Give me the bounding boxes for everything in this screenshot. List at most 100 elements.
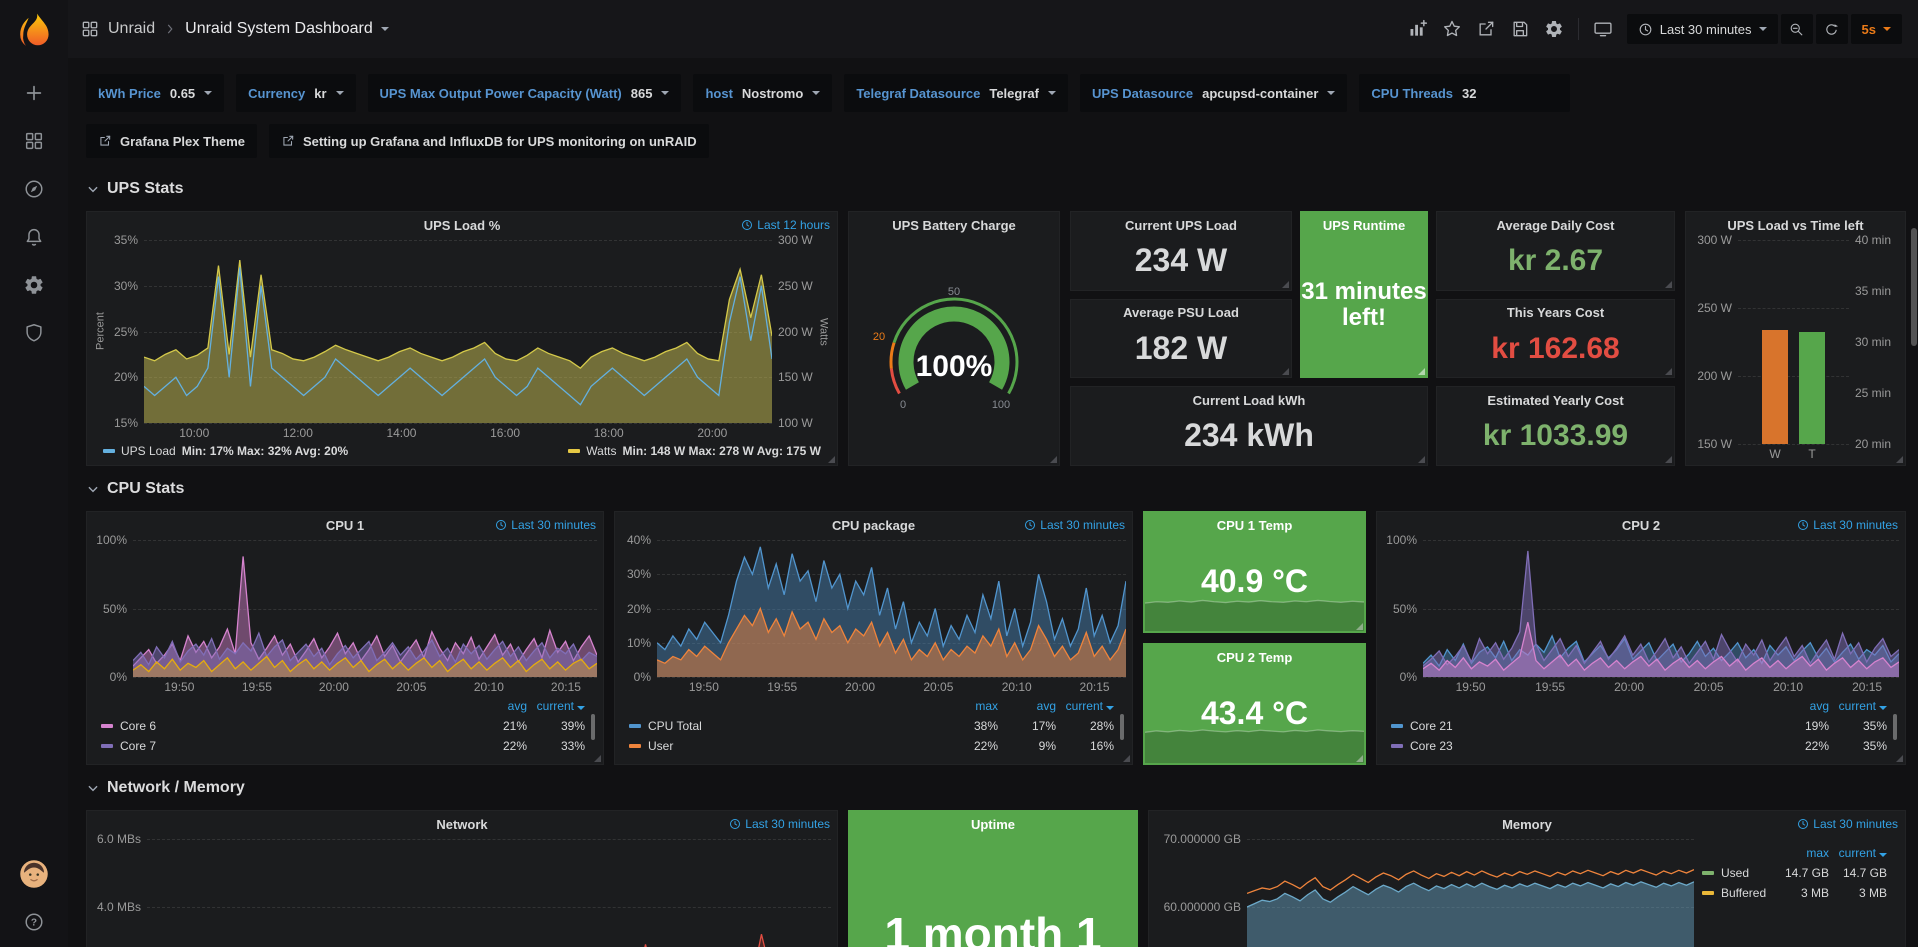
star-icon[interactable]	[1442, 19, 1462, 39]
dashboard-link-ups-monitoring-guide[interactable]: Setting up Grafana and InfluxDB for UPS …	[269, 124, 709, 158]
legend-col-header[interactable]: current	[1056, 699, 1114, 713]
variable-value[interactable]: 32	[1462, 86, 1558, 101]
variable-telegraf-datasource[interactable]: Telegraf DatasourceTelegraf	[844, 74, 1068, 112]
variable-value[interactable]: Telegraf	[989, 86, 1039, 101]
explore-compass-icon[interactable]	[23, 178, 45, 200]
dashboards-icon[interactable]	[23, 130, 45, 152]
variable-ups-datasource[interactable]: UPS Datasourceapcupsd-container	[1080, 74, 1347, 112]
legend-series[interactable]: Core 722%33%	[101, 736, 585, 756]
panel-title[interactable]: Network	[436, 817, 487, 832]
variable-cpu-threads[interactable]: CPU Threads32	[1359, 74, 1570, 112]
chart-plot-area[interactable]	[144, 240, 772, 423]
bar-plot-area[interactable]	[1738, 240, 1849, 444]
page-scrollbar[interactable]	[1911, 228, 1917, 346]
panel-time-range[interactable]: Last 30 minutes	[1797, 817, 1898, 831]
variable-value[interactable]: apcupsd-container	[1202, 86, 1318, 101]
configuration-gear-icon[interactable]	[23, 274, 45, 296]
grafana-logo[interactable]	[11, 10, 57, 56]
help-icon[interactable]: ?	[23, 911, 45, 933]
legend-col-header[interactable]: current	[1829, 846, 1887, 860]
panel-title[interactable]: CPU 1	[326, 518, 364, 533]
refresh-button[interactable]	[1816, 14, 1848, 44]
save-icon[interactable]	[1510, 19, 1530, 39]
panel-title[interactable]: Average PSU Load	[1123, 305, 1239, 320]
legend-col-header[interactable]: current	[1829, 699, 1887, 713]
panel-title[interactable]: CPU 1 Temp	[1217, 518, 1293, 533]
panel-time-range[interactable]: Last 30 minutes	[729, 817, 830, 831]
refresh-interval-picker[interactable]: 5s	[1851, 14, 1902, 44]
apps-grid-icon[interactable]	[80, 19, 100, 39]
caret-down-icon[interactable]	[381, 27, 389, 31]
create-plus-icon[interactable]	[23, 82, 45, 104]
cycle-view-tv-icon[interactable]	[1593, 19, 1613, 39]
panel-title[interactable]: UPS Battery Charge	[892, 218, 1016, 233]
legend-series[interactable]: User22%9%16%	[629, 736, 1114, 756]
legend-series[interactable]: Core 2119%35%	[1391, 716, 1887, 736]
legend-series[interactable]: Core 2322%35%	[1391, 736, 1887, 756]
panel-title[interactable]: This Years Cost	[1507, 305, 1604, 320]
legend-series[interactable]: Watts Min: 148 W Max: 278 W Avg: 175 W	[568, 444, 821, 458]
variable-value[interactable]: 865	[631, 86, 653, 101]
legend-scrollbar[interactable]	[591, 714, 595, 740]
legend-series[interactable]: Used14.7 GB14.7 GB	[1702, 863, 1887, 883]
panel-title[interactable]: Memory	[1502, 817, 1552, 832]
zoom-out-button[interactable]	[1781, 14, 1813, 44]
chart-plot-area[interactable]	[1247, 839, 1694, 947]
legend-col-header[interactable]: avg	[469, 699, 527, 713]
panel-title[interactable]: Uptime	[971, 817, 1015, 832]
legend-col-header[interactable]: max	[940, 699, 998, 713]
legend-series-name: Core 6	[120, 719, 156, 733]
legend-col-header[interactable]: max	[1771, 846, 1829, 860]
variable-value[interactable]: kr	[314, 86, 326, 101]
variable-ups-max-output-power[interactable]: UPS Max Output Power Capacity (Watt)865	[368, 74, 682, 112]
panel-title[interactable]: Current UPS Load	[1125, 218, 1237, 233]
variable-currency[interactable]: Currencykr	[236, 74, 355, 112]
panel-title[interactable]: UPS Runtime	[1323, 218, 1405, 233]
breadcrumb-app[interactable]: Unraid	[108, 20, 155, 38]
legend-col-header[interactable]: avg	[1771, 699, 1829, 713]
panel-time-range[interactable]: Last 30 minutes	[1797, 518, 1898, 532]
dashboard-link-grafana-plex-theme[interactable]: Grafana Plex Theme	[86, 124, 257, 158]
legend-col-header[interactable]: avg	[998, 699, 1056, 713]
legend-scrollbar[interactable]	[1893, 714, 1897, 740]
panel-title[interactable]: UPS Load %	[424, 218, 501, 233]
bar-t[interactable]	[1799, 332, 1825, 444]
panel-title[interactable]: CPU package	[832, 518, 915, 533]
add-panel-icon[interactable]	[1408, 19, 1428, 39]
panel-title[interactable]: Average Daily Cost	[1496, 218, 1614, 233]
dashboard-title[interactable]: Unraid System Dashboard	[185, 20, 373, 38]
variable-host[interactable]: hostNostromo	[693, 74, 832, 112]
panel-title[interactable]: Estimated Yearly Cost	[1487, 393, 1623, 408]
section-network-memory[interactable]: Network / Memory	[86, 774, 1906, 802]
variable-kwh-price[interactable]: kWh Price0.65	[86, 74, 224, 112]
panel-time-range[interactable]: Last 12 hours	[741, 218, 830, 232]
chart-plot-area[interactable]	[657, 540, 1126, 677]
variable-value[interactable]: Nostromo	[742, 86, 803, 101]
legend-series[interactable]: UPS Load Min: 17% Max: 32% Avg: 20%	[103, 444, 348, 458]
legend-scrollbar[interactable]	[1120, 714, 1124, 740]
panel-time-range[interactable]: Last 30 minutes	[495, 518, 596, 532]
panel-title[interactable]: CPU 2	[1622, 518, 1660, 533]
share-icon[interactable]	[1476, 19, 1496, 39]
panel-title[interactable]: UPS Load vs Time left	[1727, 218, 1863, 233]
panel-title[interactable]: CPU 2 Temp	[1217, 650, 1293, 665]
ups-row: UPS Load % Last 12 hours Percent35%30%25…	[86, 211, 1906, 466]
legend-series[interactable]: Buffered3 MB3 MB	[1702, 883, 1887, 903]
time-range-picker[interactable]: Last 30 minutes	[1627, 14, 1778, 44]
variable-value[interactable]: 0.65	[170, 86, 195, 101]
alerting-bell-icon[interactable]	[23, 226, 45, 248]
legend-series[interactable]: CPU Total38%17%28%	[629, 716, 1114, 736]
chart-plot-area[interactable]	[147, 839, 831, 947]
bar-w[interactable]	[1762, 330, 1788, 444]
panel-title[interactable]: Current Load kWh	[1193, 393, 1306, 408]
settings-gear-icon[interactable]	[1544, 19, 1564, 39]
admin-shield-icon[interactable]	[23, 322, 45, 344]
chart-plot-area[interactable]	[1423, 540, 1899, 677]
legend-series[interactable]: Core 621%39%	[101, 716, 585, 736]
chart-plot-area[interactable]	[133, 540, 597, 677]
user-avatar[interactable]	[19, 859, 49, 889]
panel-time-range[interactable]: Last 30 minutes	[1024, 518, 1125, 532]
section-ups-stats[interactable]: UPS Stats	[86, 175, 1906, 203]
section-cpu-stats[interactable]: CPU Stats	[86, 475, 1906, 503]
legend-col-header[interactable]: current	[527, 699, 585, 713]
